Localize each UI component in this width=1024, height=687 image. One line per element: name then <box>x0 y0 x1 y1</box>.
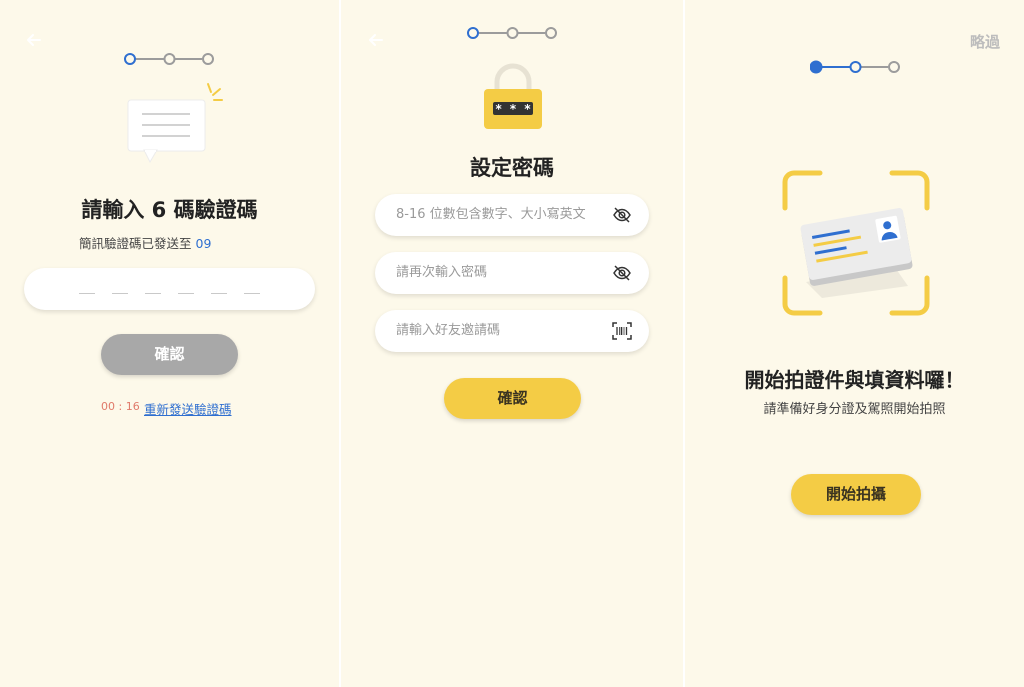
code-slot <box>178 292 194 294</box>
progress-stepper <box>124 53 214 65</box>
step-2-dot <box>849 61 862 73</box>
confirm-password-field[interactable]: 請再次輸入密碼 <box>375 252 649 294</box>
back-arrow-icon[interactable] <box>24 30 44 50</box>
page-subtitle: 請準備好身分證及駕照開始拍照 <box>763 402 946 417</box>
password-field[interactable]: 8-16 位數包含數字、大小寫英文 <box>375 194 649 236</box>
set-password-screen: * * * 設定密碼 8-16 位數包含數字、大小寫英文 請再次輸入密碼 請輸入… <box>341 0 683 687</box>
sms-sent-text: 簡訊驗證碼已發送至 09 <box>79 233 211 252</box>
step-1-dot <box>124 53 136 65</box>
confirm-password-placeholder: 請再次輸入密碼 <box>396 265 488 280</box>
step-3-dot <box>202 53 214 65</box>
padlock-illustration: * * * <box>484 63 542 129</box>
id-card-scan-illustration <box>782 170 930 316</box>
step-2-dot <box>506 27 519 39</box>
code-slot <box>244 292 260 294</box>
id-photo-intro-screen: 略過 開始拍證件與填資料囉！ 請準備好身分證及駕照開始拍照 開始拍攝 <box>685 0 1024 687</box>
barcode-scan-icon[interactable] <box>612 322 632 340</box>
code-slot <box>211 292 227 294</box>
invite-code-placeholder: 請輸入好友邀請碼 <box>396 323 501 338</box>
invite-code-field[interactable]: 請輸入好友邀請碼 <box>375 310 649 352</box>
progress-stepper <box>467 27 557 39</box>
message-bubble-illustration <box>127 83 223 164</box>
code-slot <box>112 292 128 294</box>
otp-screen: 請輸入 6 碼驗證碼 簡訊驗證碼已發送至 09 確認 00 : 16 重新發送驗… <box>0 0 339 687</box>
confirm-button[interactable]: 確認 <box>444 378 581 419</box>
step-1-dot <box>467 27 479 39</box>
password-placeholder: 8-16 位數包含數字、大小寫英文 <box>396 207 586 222</box>
phone-number: 09 <box>195 236 212 251</box>
step-3-dot <box>888 61 900 73</box>
code-slot <box>79 292 95 294</box>
code-slot <box>145 292 161 294</box>
page-title: 設定密碼 <box>470 156 554 180</box>
step-1-dot <box>810 60 823 74</box>
app-screens: 請輸入 6 碼驗證碼 簡訊驗證碼已發送至 09 確認 00 : 16 重新發送驗… <box>0 0 1024 687</box>
eye-slash-icon[interactable] <box>612 206 632 224</box>
lock-password-mask: * * * <box>495 102 531 116</box>
page-title: 請輸入 6 碼驗證碼 <box>81 198 258 222</box>
page-title: 開始拍證件與填資料囉！ <box>744 368 965 392</box>
start-capture-button[interactable]: 開始拍攝 <box>791 474 921 515</box>
eye-slash-icon[interactable] <box>612 264 632 282</box>
progress-stepper <box>810 60 900 74</box>
skip-button[interactable]: 略過 <box>970 31 1000 52</box>
resend-code-link[interactable]: 重新發送驗證碼 <box>144 399 232 418</box>
sms-sent-label: 簡訊驗證碼已發送至 <box>79 236 192 251</box>
otp-code-input[interactable] <box>24 268 315 310</box>
back-arrow-icon[interactable] <box>366 30 386 50</box>
confirm-button[interactable]: 確認 <box>101 334 238 375</box>
step-3-dot <box>545 27 557 39</box>
countdown-timer: 00 : 16 <box>101 400 140 413</box>
step-2-dot <box>163 53 176 65</box>
